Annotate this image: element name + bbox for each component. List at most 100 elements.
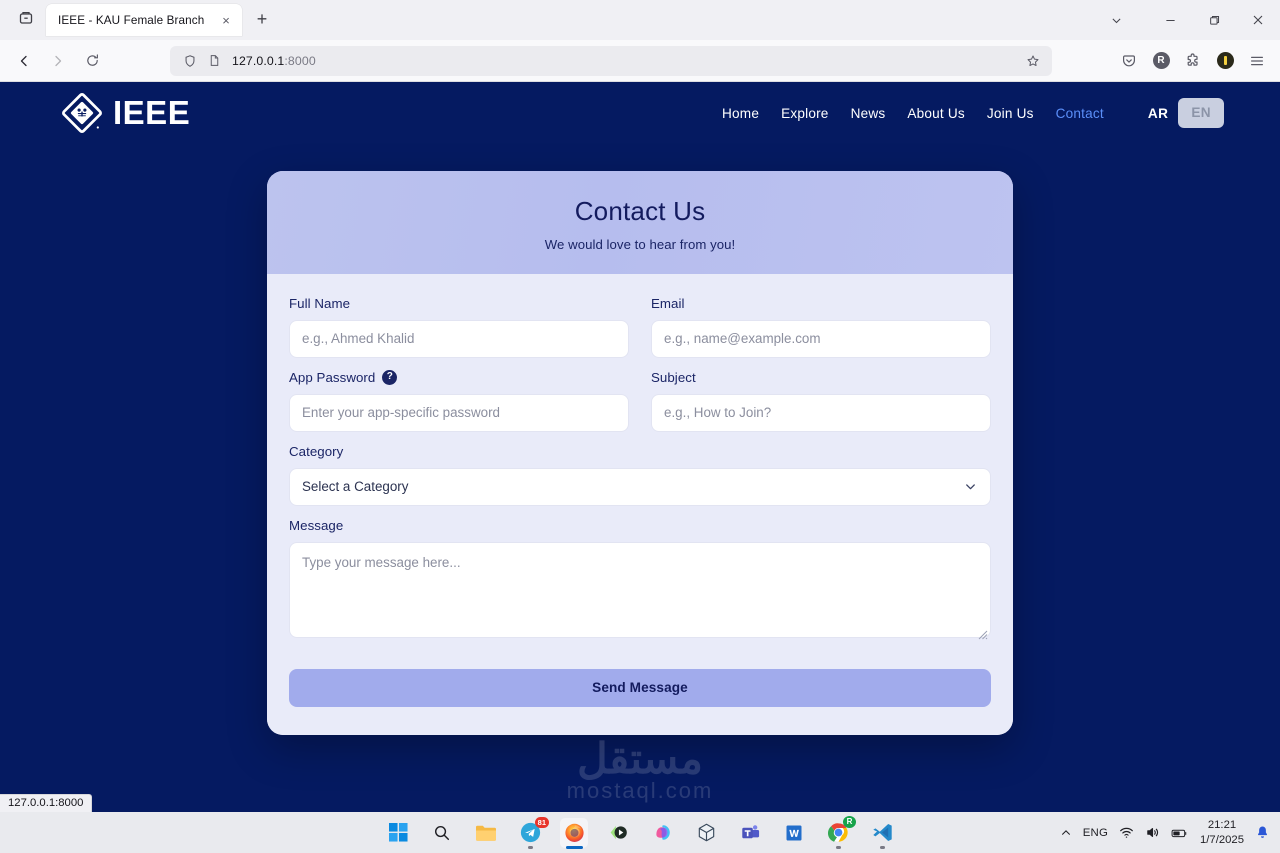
chevron-down-icon bbox=[963, 479, 978, 494]
form-row-2: App Password ? Subject bbox=[289, 369, 991, 444]
browser-tabstrip: IEEE - KAU Female Branch × + bbox=[0, 0, 1280, 40]
url-port: :8000 bbox=[284, 53, 316, 68]
tray-clock[interactable]: 21:21 1/7/2025 bbox=[1200, 818, 1244, 846]
firefox-icon[interactable] bbox=[560, 817, 588, 849]
tray-language[interactable]: ENG bbox=[1083, 827, 1108, 839]
category-selected-value: Select a Category bbox=[302, 479, 409, 495]
extensions-icon[interactable] bbox=[1178, 46, 1208, 76]
label-message: Message bbox=[289, 517, 344, 533]
send-message-button[interactable]: Send Message bbox=[289, 668, 991, 707]
back-icon[interactable] bbox=[8, 45, 40, 77]
3d-viewer-icon[interactable] bbox=[692, 818, 720, 848]
system-tray: ENG 21:21 1/7/2025 bbox=[1060, 818, 1280, 846]
brand-logo-group[interactable]: IEEE bbox=[60, 91, 190, 135]
nav-item-about-us[interactable]: About Us bbox=[907, 106, 965, 121]
field-email: Email bbox=[651, 296, 991, 358]
tabstrip-left: IEEE - KAU Female Branch × + bbox=[4, 0, 276, 40]
chevron-down-icon[interactable] bbox=[1096, 0, 1136, 40]
contact-form: Full Name Email App Password ? bbox=[267, 273, 1013, 735]
category-select[interactable]: Select a Category bbox=[289, 467, 991, 506]
full-name-input[interactable] bbox=[289, 319, 629, 358]
label-app-password: App Password ? bbox=[289, 369, 629, 385]
minimize-icon[interactable] bbox=[1148, 0, 1192, 40]
site-nav: Home Explore News About Us Join Us Conta… bbox=[722, 98, 1224, 128]
status-bar: 127.0.0.1:8000 bbox=[0, 794, 93, 812]
card-header: Contact Us We would love to hear from yo… bbox=[267, 171, 1013, 274]
url-bar[interactable]: 127.0.0.1:8000 bbox=[170, 45, 1052, 76]
email-input[interactable] bbox=[651, 319, 991, 358]
url-text[interactable]: 127.0.0.1:8000 bbox=[228, 54, 1022, 68]
wifi-icon[interactable] bbox=[1119, 825, 1134, 840]
page-title: Contact Us bbox=[574, 196, 706, 226]
browser-navbar: 127.0.0.1:8000 R bbox=[0, 40, 1280, 82]
start-button-icon[interactable] bbox=[384, 818, 412, 848]
field-category: Category Select a Category bbox=[289, 444, 991, 506]
browser-tab[interactable]: IEEE - KAU Female Branch × bbox=[46, 4, 242, 36]
dark-badge-icon bbox=[1216, 52, 1234, 69]
nav-item-home[interactable]: Home bbox=[722, 106, 759, 121]
window-controls bbox=[1096, 0, 1280, 40]
field-message: Message bbox=[289, 518, 991, 643]
account-avatar-icon[interactable]: R bbox=[1146, 46, 1176, 76]
message-textarea-wrap bbox=[289, 541, 991, 643]
label-category: Category bbox=[289, 443, 344, 459]
file-explorer-icon[interactable] bbox=[472, 818, 500, 848]
subject-input[interactable] bbox=[651, 393, 991, 432]
battery-icon[interactable] bbox=[1171, 826, 1189, 840]
nav-item-contact[interactable]: Contact bbox=[1056, 106, 1104, 121]
browser-toolbar-right: R bbox=[1112, 46, 1272, 76]
close-window-icon[interactable] bbox=[1236, 0, 1280, 40]
site-header: IEEE Home Explore News About Us Join Us … bbox=[0, 82, 1280, 144]
message-textarea[interactable] bbox=[289, 541, 991, 638]
watermark: مستقل mostaql.com bbox=[0, 738, 1280, 804]
label-subject: Subject bbox=[651, 369, 696, 385]
page-info-icon[interactable] bbox=[204, 51, 224, 71]
copilot-icon[interactable] bbox=[648, 818, 676, 848]
label-app-password-text: App Password bbox=[289, 369, 376, 385]
nav-item-news[interactable]: News bbox=[851, 106, 886, 121]
contact-card: Contact Us We would love to hear from yo… bbox=[267, 171, 1013, 735]
google-chrome-icon[interactable]: R bbox=[824, 815, 856, 849]
field-subject: Subject bbox=[651, 370, 991, 432]
label-full-name: Full Name bbox=[289, 295, 351, 311]
field-full-name: Full Name bbox=[289, 296, 629, 358]
microsoft-teams-icon[interactable] bbox=[736, 818, 764, 848]
lang-ar-button[interactable]: AR bbox=[1148, 106, 1168, 121]
search-button-icon[interactable] bbox=[428, 818, 456, 848]
microsoft-word-icon[interactable] bbox=[780, 818, 808, 848]
form-row-1: Full Name Email bbox=[289, 296, 991, 370]
close-icon[interactable]: × bbox=[216, 10, 236, 30]
telegram-icon[interactable]: 81 bbox=[516, 816, 549, 849]
pocket-icon[interactable] bbox=[1114, 46, 1144, 76]
telegram-badge: 81 bbox=[534, 816, 549, 828]
brand-text: IEEE bbox=[113, 94, 191, 131]
nav-item-join-us[interactable]: Join Us bbox=[987, 106, 1034, 121]
forward-icon[interactable] bbox=[42, 45, 74, 77]
language-switcher: AR EN bbox=[1148, 98, 1224, 128]
new-tab-icon[interactable]: + bbox=[248, 5, 276, 33]
shield-extension-icon[interactable] bbox=[1210, 46, 1240, 76]
bookmark-star-icon[interactable] bbox=[1022, 50, 1044, 72]
chrome-badge: R bbox=[843, 815, 856, 828]
label-email: Email bbox=[651, 295, 685, 311]
tray-expand-icon[interactable] bbox=[1060, 827, 1072, 839]
page-viewport: IEEE Home Explore News About Us Join Us … bbox=[0, 82, 1280, 812]
volume-icon[interactable] bbox=[1145, 825, 1160, 840]
reload-icon[interactable] bbox=[76, 45, 108, 77]
tab-title: IEEE - KAU Female Branch bbox=[58, 13, 205, 27]
app-password-input[interactable] bbox=[289, 393, 629, 432]
taskbar-apps: 81 R bbox=[384, 815, 896, 849]
contact-card-wrap: Contact Us We would love to hear from yo… bbox=[0, 171, 1280, 735]
ieee-diamond-logo-icon bbox=[62, 93, 102, 133]
app-menu-icon[interactable] bbox=[1242, 46, 1272, 76]
watermark-arabic: مستقل bbox=[577, 735, 703, 782]
nav-item-explore[interactable]: Explore bbox=[781, 106, 829, 121]
notification-bell-icon[interactable] bbox=[1255, 825, 1270, 840]
vs-code-icon[interactable] bbox=[868, 818, 896, 849]
maximize-icon[interactable] bbox=[1192, 0, 1236, 40]
media-player-icon[interactable] bbox=[604, 818, 632, 848]
help-question-icon[interactable]: ? bbox=[382, 369, 398, 385]
lang-en-button[interactable]: EN bbox=[1178, 98, 1224, 128]
firefox-view-icon[interactable] bbox=[10, 3, 42, 33]
shield-icon[interactable] bbox=[180, 51, 200, 71]
